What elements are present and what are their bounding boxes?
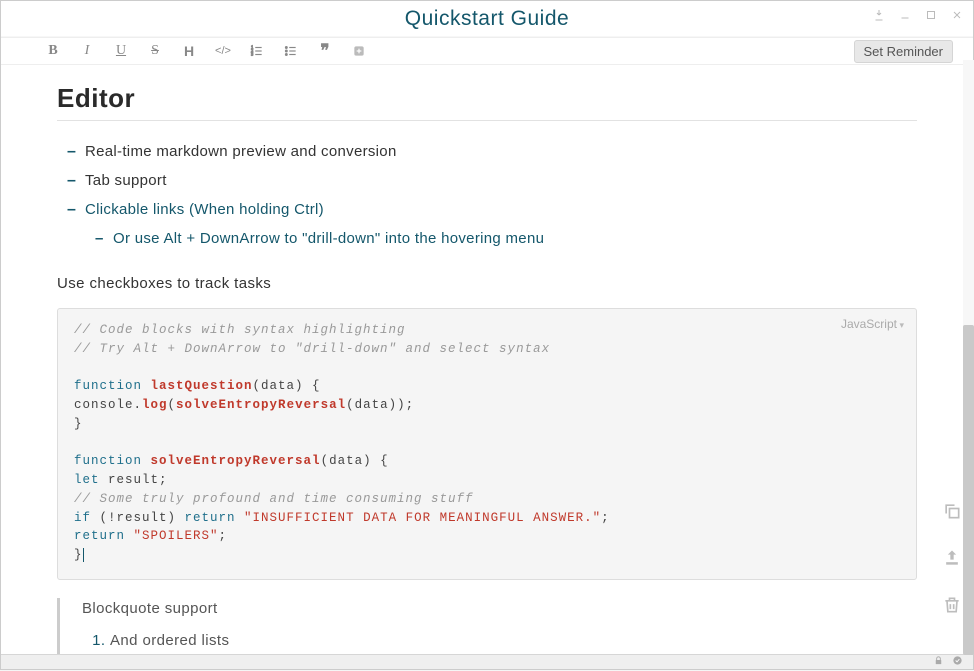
maximize-icon[interactable] [925, 9, 937, 24]
code-comment: // Code blocks with syntax highlighting [74, 323, 406, 337]
code-comment: // Try Alt + DownArrow to "drill-down" a… [74, 342, 550, 356]
bold-button[interactable]: B [45, 43, 61, 59]
code-text: (data)); [346, 398, 414, 412]
code-kw: return [74, 529, 125, 543]
code-kw: return [185, 511, 236, 525]
list-item-text: Tab support [85, 172, 167, 189]
format-toolbar: B I U S H </> 123 ❞ Set Reminder [1, 37, 973, 65]
list-item: Or use Alt + DownArrow to "drill-down" i… [85, 226, 917, 251]
code-button[interactable]: </> [215, 45, 231, 57]
checkbox-instruction: Use checkboxes to track tasks [57, 275, 917, 292]
blockquote: Blockquote support And ordered lists You… [57, 598, 917, 654]
code-text: console. [74, 398, 142, 412]
code-text: result; [100, 473, 168, 487]
ordered-list: And ordered lists You can even nest them… [82, 627, 917, 654]
status-bar [1, 654, 973, 669]
list-item: Tab support [57, 166, 917, 195]
feature-list: Real-time markdown preview and conversio… [57, 137, 917, 257]
blockquote-button[interactable]: ❞ [317, 41, 333, 61]
code-text: ; [219, 529, 228, 543]
lock-icon [933, 653, 944, 671]
editor-heading: Editor [57, 83, 917, 121]
unordered-list-button[interactable] [283, 44, 299, 58]
code-text: (!result) [91, 511, 185, 525]
blockquote-title: Blockquote support [82, 600, 218, 617]
strikethrough-button[interactable]: S [147, 43, 163, 59]
code-fn: solveEntropyReversal [176, 398, 346, 412]
heading-button[interactable]: H [181, 43, 197, 59]
set-reminder-button[interactable]: Set Reminder [854, 40, 953, 63]
add-block-button[interactable] [351, 44, 367, 58]
code-string: "INSUFFICIENT DATA FOR MEANINGFUL ANSWER… [236, 511, 602, 525]
code-kw: let [74, 473, 100, 487]
code-kw: function [74, 379, 142, 393]
copy-icon[interactable] [942, 501, 962, 526]
editor-scroll-area[interactable]: Editor Real-time markdown preview and co… [1, 65, 973, 654]
code-fn: lastQuestion [151, 379, 253, 393]
window-titlebar: Quickstart Guide [1, 1, 973, 37]
code-text: } [74, 417, 83, 431]
window-title: Quickstart Guide [405, 7, 569, 31]
clickable-link[interactable]: Clickable links (When holding Ctrl) [85, 201, 324, 218]
list-item-text: Real-time markdown preview and conversio… [85, 143, 397, 160]
minimize-icon[interactable] [899, 9, 911, 24]
list-item-text: And ordered lists [110, 632, 229, 649]
code-kw: function [74, 454, 142, 468]
code-text: ; [601, 511, 610, 525]
code-text: (data) { [321, 454, 389, 468]
list-item: Clickable links (When holding Ctrl) Or u… [57, 195, 917, 257]
code-string: "SPOILERS" [125, 529, 219, 543]
code-fn: log [142, 398, 168, 412]
trash-icon[interactable] [942, 595, 962, 620]
clickable-link[interactable]: Or use Alt + DownArrow to "drill-down" i… [113, 230, 544, 247]
close-icon[interactable] [951, 9, 963, 24]
code-kw: if [74, 511, 91, 525]
code-block[interactable]: JavaScript // Code blocks with syntax hi… [57, 308, 917, 580]
italic-button[interactable]: I [79, 43, 95, 59]
list-item: And ordered lists [110, 627, 917, 654]
code-text: ( [168, 398, 177, 412]
scrollbar-thumb[interactable] [963, 325, 974, 655]
side-action-bar [942, 501, 962, 620]
sync-ok-icon [952, 653, 963, 671]
underline-button[interactable]: U [113, 43, 129, 59]
code-text: (data) { [253, 379, 321, 393]
ordered-list-button[interactable]: 123 [249, 44, 265, 58]
window-controls [873, 9, 963, 24]
code-comment: // Some truly profound and time consumin… [74, 492, 474, 506]
code-text: } [74, 548, 83, 562]
svg-text:3: 3 [251, 52, 253, 57]
code-language-selector[interactable]: JavaScript [841, 315, 904, 333]
pin-icon[interactable] [873, 9, 885, 24]
code-fn: solveEntropyReversal [151, 454, 321, 468]
upload-icon[interactable] [942, 548, 962, 573]
list-item: Real-time markdown preview and conversio… [57, 137, 917, 166]
text-cursor [83, 548, 93, 562]
